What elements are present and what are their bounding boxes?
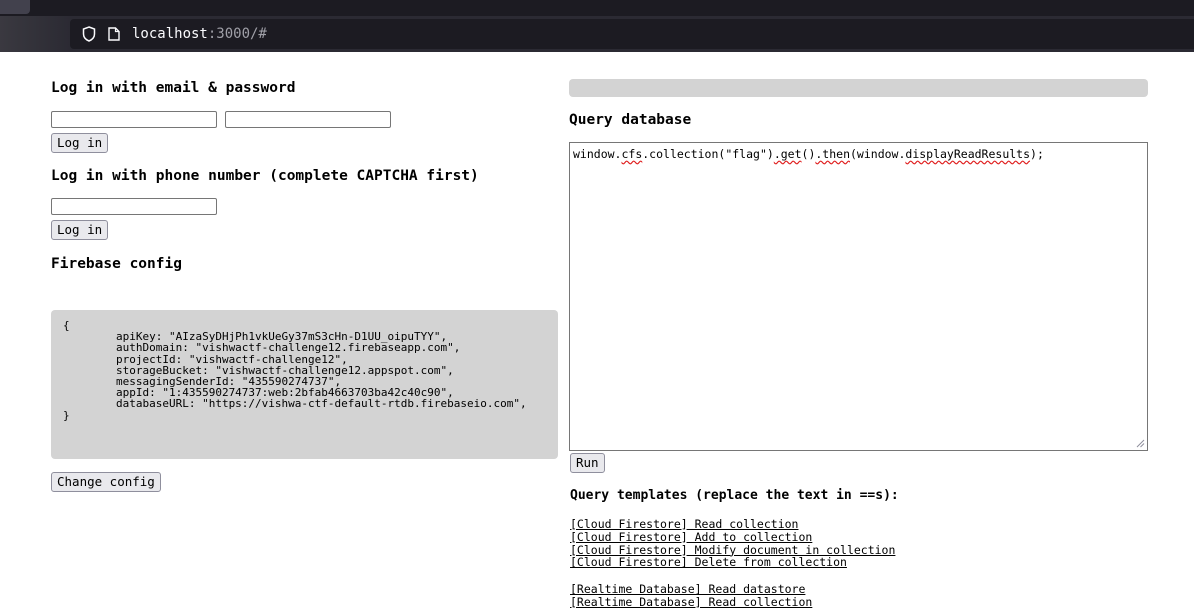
email-login-button[interactable]: Log in (51, 133, 109, 153)
query-database-heading: Query database (569, 112, 692, 128)
query-textarea[interactable]: window.cfs.collection("flag").get().then… (569, 142, 1148, 451)
query-templates-heading: Query templates (replace the text in ==s… (570, 488, 899, 503)
url-host: localhost (132, 26, 208, 42)
template-link-realtime-read-collection[interactable]: [Realtime Database] Read collection (570, 596, 895, 609)
password-input[interactable] (225, 111, 391, 128)
email-login-heading: Log in with email & password (51, 80, 296, 96)
firebase-config-box: { apiKey: "AIzaSyDHjPh1vkUeGy37mS3cHn-D1… (51, 310, 558, 459)
browser-toolbar: localhost:3000/# (0, 16, 1194, 52)
firebase-config-heading: Firebase config (51, 256, 182, 272)
template-spacer (570, 569, 895, 583)
query-token: () (801, 147, 816, 161)
phone-number-input[interactable] (51, 198, 217, 215)
status-bar (569, 79, 1148, 97)
phone-login-heading: Log in with phone number (complete CAPTC… (51, 168, 479, 184)
change-config-button[interactable]: Change config (51, 472, 161, 492)
query-token-misspelled: .then (815, 147, 850, 161)
query-token-misspelled: displayReadResults (905, 147, 1031, 161)
shield-icon[interactable] (82, 26, 96, 42)
query-token: (window. (850, 147, 906, 161)
address-bar[interactable]: localhost:3000/# (70, 19, 1194, 49)
query-token: ); (1030, 147, 1044, 161)
phone-login-button[interactable]: Log in (51, 220, 109, 240)
template-link-firestore-delete[interactable]: [Cloud Firestore] Delete from collection (570, 556, 895, 569)
query-token: .collection("flag") (642, 147, 774, 161)
url-text[interactable]: localhost:3000/# (132, 25, 267, 43)
firebase-config-text: { apiKey: "AIzaSyDHjPh1vkUeGy37mS3cHn-D1… (63, 319, 527, 422)
page-icon[interactable] (108, 27, 120, 41)
template-link-firestore-add[interactable]: [Cloud Firestore] Add to collection (570, 530, 895, 544)
query-templates-list: [Cloud Firestore] Read collection [Cloud… (570, 518, 895, 609)
browser-tab[interactable] (0, 0, 30, 14)
query-token-misspelled: .get (773, 147, 802, 161)
query-token-misspelled: cfs (621, 147, 643, 161)
run-query-button[interactable]: Run (570, 453, 605, 473)
toolbar-left-area (0, 16, 70, 52)
url-port-path: :3000/# (207, 26, 267, 42)
resize-handle-icon[interactable] (1135, 438, 1145, 448)
query-token: window. (573, 147, 622, 161)
browser-tabstrip (0, 0, 1194, 16)
template-link-firestore-read[interactable]: [Cloud Firestore] Read collection (570, 518, 895, 531)
email-input[interactable] (51, 111, 217, 128)
